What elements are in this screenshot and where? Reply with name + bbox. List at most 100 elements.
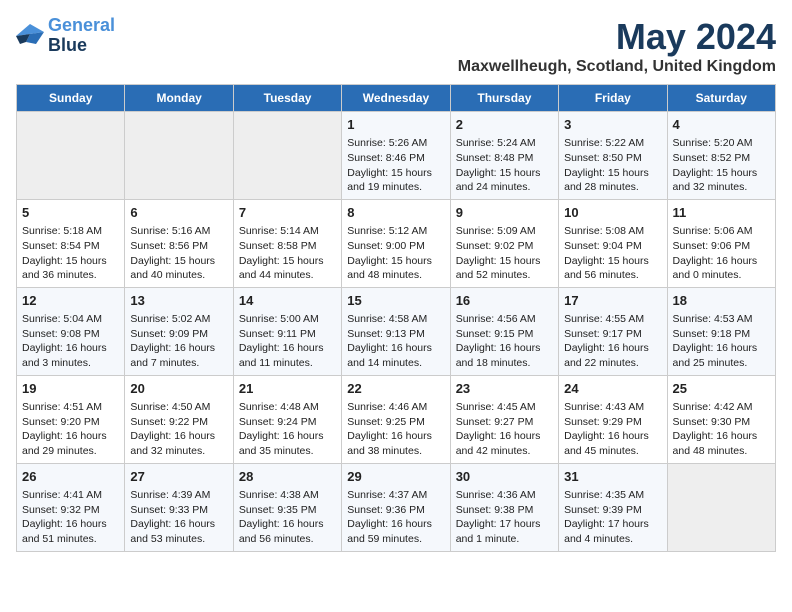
calendar-cell (17, 112, 125, 200)
day-header-monday: Monday (125, 85, 233, 112)
day-number: 4 (673, 116, 770, 134)
logo: General Blue (16, 16, 115, 56)
cell-text: and 51 minutes. (22, 532, 119, 547)
calendar-cell: 4Sunrise: 5:20 AMSunset: 8:52 PMDaylight… (667, 112, 775, 200)
calendar-cell: 13Sunrise: 5:02 AMSunset: 9:09 PMDayligh… (125, 287, 233, 375)
cell-text: and 42 minutes. (456, 444, 553, 459)
week-row-4: 19Sunrise: 4:51 AMSunset: 9:20 PMDayligh… (17, 375, 776, 463)
cell-text: and 36 minutes. (22, 268, 119, 283)
cell-text: Sunrise: 5:24 AM (456, 136, 553, 151)
cell-text: Daylight: 15 hours (347, 166, 444, 181)
cell-text: Sunrise: 4:37 AM (347, 488, 444, 503)
calendar-cell: 5Sunrise: 5:18 AMSunset: 8:54 PMDaylight… (17, 199, 125, 287)
cell-text: Sunrise: 4:36 AM (456, 488, 553, 503)
cell-text: and 59 minutes. (347, 532, 444, 547)
cell-text: Sunset: 9:25 PM (347, 415, 444, 430)
cell-text: and 1 minute. (456, 532, 553, 547)
cell-text: Sunset: 9:17 PM (564, 327, 661, 342)
calendar-cell: 15Sunrise: 4:58 AMSunset: 9:13 PMDayligh… (342, 287, 450, 375)
cell-text: Sunset: 9:13 PM (347, 327, 444, 342)
cell-text: Daylight: 16 hours (239, 429, 336, 444)
calendar-cell: 18Sunrise: 4:53 AMSunset: 9:18 PMDayligh… (667, 287, 775, 375)
cell-text: Sunset: 9:30 PM (673, 415, 770, 430)
cell-text: Sunrise: 4:56 AM (456, 312, 553, 327)
cell-text: Sunrise: 4:53 AM (673, 312, 770, 327)
calendar-cell: 2Sunrise: 5:24 AMSunset: 8:48 PMDaylight… (450, 112, 558, 200)
cell-text: Daylight: 16 hours (22, 341, 119, 356)
day-number: 23 (456, 380, 553, 398)
calendar-cell (233, 112, 341, 200)
cell-text: Sunrise: 4:50 AM (130, 400, 227, 415)
cell-text: and 7 minutes. (130, 356, 227, 371)
cell-text: and 3 minutes. (22, 356, 119, 371)
calendar-cell (125, 112, 233, 200)
cell-text: Sunrise: 4:46 AM (347, 400, 444, 415)
cell-text: Sunset: 9:11 PM (239, 327, 336, 342)
calendar-cell: 28Sunrise: 4:38 AMSunset: 9:35 PMDayligh… (233, 463, 341, 551)
calendar-cell: 30Sunrise: 4:36 AMSunset: 9:38 PMDayligh… (450, 463, 558, 551)
cell-text: and 44 minutes. (239, 268, 336, 283)
cell-text: Sunset: 9:24 PM (239, 415, 336, 430)
cell-text: Daylight: 16 hours (130, 341, 227, 356)
cell-text: Sunset: 9:06 PM (673, 239, 770, 254)
calendar-cell: 31Sunrise: 4:35 AMSunset: 9:39 PMDayligh… (559, 463, 667, 551)
calendar-cell: 21 Sunrise: 4:48 AMSunset: 9:24 PMDayligh… (233, 375, 341, 463)
calendar-cell: 10Sunrise: 5:08 AMSunset: 9:04 PMDayligh… (559, 199, 667, 287)
cell-text: Sunrise: 4:48 AM (239, 400, 336, 415)
day-number: 26 (22, 468, 119, 486)
calendar-cell: 24Sunrise: 4:43 AMSunset: 9:29 PMDayligh… (559, 375, 667, 463)
calendar-cell: 23Sunrise: 4:45 AMSunset: 9:27 PMDayligh… (450, 375, 558, 463)
cell-text: Daylight: 16 hours (239, 517, 336, 532)
cell-text: Sunset: 9:04 PM (564, 239, 661, 254)
cell-text: Sunrise: 5:14 AM (239, 224, 336, 239)
cell-text: Daylight: 16 hours (239, 341, 336, 356)
cell-text: Daylight: 15 hours (239, 254, 336, 269)
cell-text: and 48 minutes. (347, 268, 444, 283)
cell-text: Sunset: 8:50 PM (564, 151, 661, 166)
cell-text: Sunrise: 5:06 AM (673, 224, 770, 239)
cell-text: Daylight: 15 hours (130, 254, 227, 269)
cell-text: and 24 minutes. (456, 180, 553, 195)
day-number: 18 (673, 292, 770, 310)
calendar-cell: 8Sunrise: 5:12 AMSunset: 9:00 PMDaylight… (342, 199, 450, 287)
week-row-5: 26Sunrise: 4:41 AMSunset: 9:32 PMDayligh… (17, 463, 776, 551)
calendar-cell: 29Sunrise: 4:37 AMSunset: 9:36 PMDayligh… (342, 463, 450, 551)
cell-text: and 48 minutes. (673, 444, 770, 459)
subtitle: Maxwellheugh, Scotland, United Kingdom (458, 58, 776, 76)
cell-text: and 22 minutes. (564, 356, 661, 371)
day-header-sunday: Sunday (17, 85, 125, 112)
calendar-table: SundayMondayTuesdayWednesdayThursdayFrid… (16, 84, 776, 552)
cell-text: Daylight: 17 hours (456, 517, 553, 532)
calendar-cell: 12Sunrise: 5:04 AMSunset: 9:08 PMDayligh… (17, 287, 125, 375)
cell-text: Daylight: 16 hours (130, 517, 227, 532)
cell-text: Sunset: 9:29 PM (564, 415, 661, 430)
cell-text: Sunset: 9:09 PM (130, 327, 227, 342)
cell-text: Sunset: 9:33 PM (130, 503, 227, 518)
logo-icon (16, 24, 44, 48)
cell-text: Sunrise: 4:39 AM (130, 488, 227, 503)
day-number: 13 (130, 292, 227, 310)
cell-text: Daylight: 15 hours (456, 254, 553, 269)
calendar-cell (667, 463, 775, 551)
cell-text: Sunset: 8:58 PM (239, 239, 336, 254)
cell-text: Daylight: 16 hours (22, 429, 119, 444)
day-number: 24 (564, 380, 661, 398)
day-number: 3 (564, 116, 661, 134)
cell-text: Daylight: 16 hours (130, 429, 227, 444)
day-number: 19 (22, 380, 119, 398)
week-row-2: 5Sunrise: 5:18 AMSunset: 8:54 PMDaylight… (17, 199, 776, 287)
day-number: 16 (456, 292, 553, 310)
calendar-cell: 25Sunrise: 4:42 AMSunset: 9:30 PMDayligh… (667, 375, 775, 463)
cell-text: Daylight: 15 hours (22, 254, 119, 269)
week-row-1: 1Sunrise: 5:26 AMSunset: 8:46 PMDaylight… (17, 112, 776, 200)
calendar-cell: 3Sunrise: 5:22 AMSunset: 8:50 PMDaylight… (559, 112, 667, 200)
day-number: 7 (239, 204, 336, 222)
logo-text: General Blue (48, 16, 115, 56)
cell-text: and 35 minutes. (239, 444, 336, 459)
cell-text: Sunrise: 5:26 AM (347, 136, 444, 151)
cell-text: Daylight: 16 hours (564, 429, 661, 444)
cell-text: and 28 minutes. (564, 180, 661, 195)
day-number: 14 (239, 292, 336, 310)
day-number: 21 (239, 380, 336, 398)
cell-text: Sunset: 9:00 PM (347, 239, 444, 254)
